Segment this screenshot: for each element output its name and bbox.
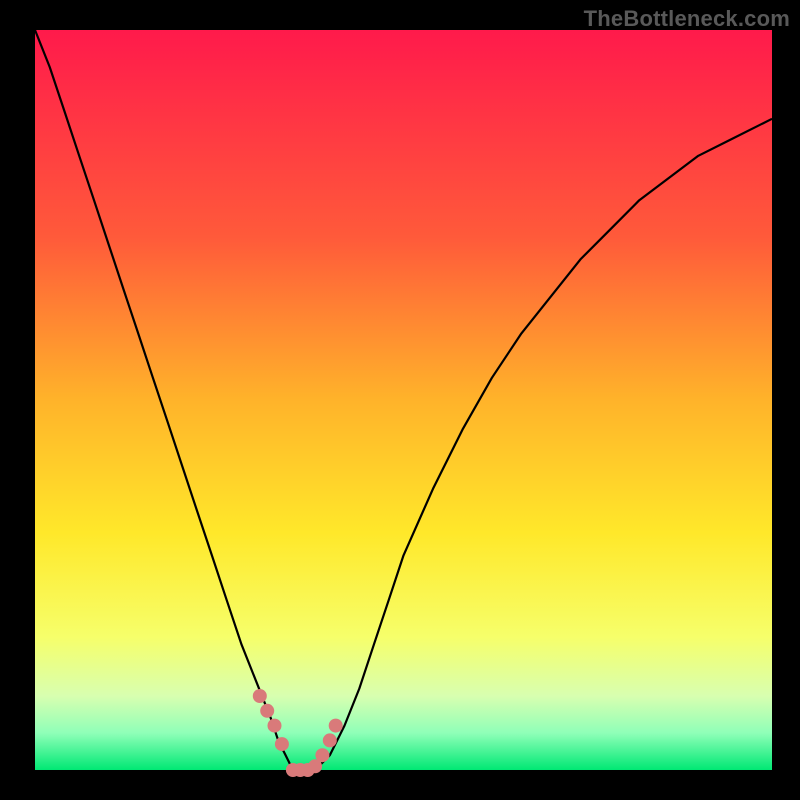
bottleneck-chart: TheBottleneck.com [0,0,800,800]
data-marker [323,733,337,747]
plot-area [35,30,772,770]
watermark-text: TheBottleneck.com [584,6,790,32]
data-marker [253,689,267,703]
data-marker [315,748,329,762]
data-marker [275,737,289,751]
data-marker [329,719,343,733]
chart-canvas [0,0,800,800]
data-marker [260,704,274,718]
data-marker [268,719,282,733]
